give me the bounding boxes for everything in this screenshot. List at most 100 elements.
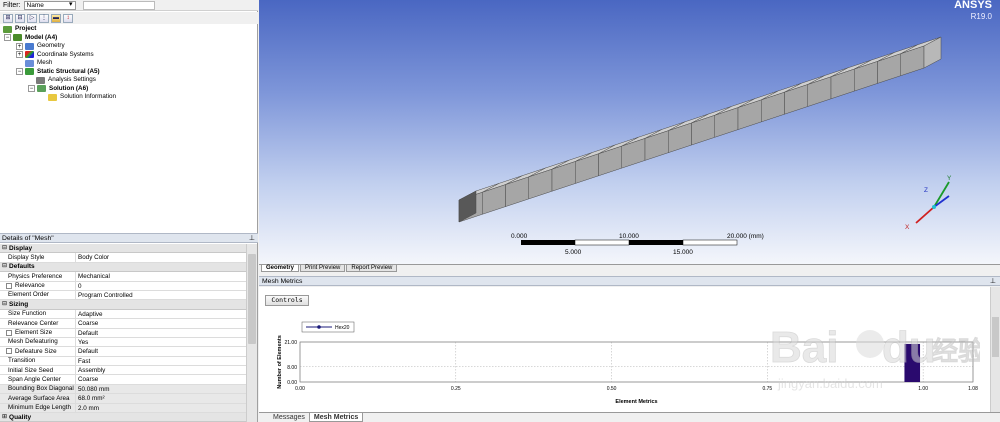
graphics-viewport[interactable]: ANSYS R19.0 0.000 10.000 20.000 (mm) 5.0…	[259, 0, 1000, 264]
tree-item-label: Coordinate Systems	[37, 50, 94, 58]
scale-segment	[521, 240, 575, 245]
tree-icon[interactable]: ⋮	[39, 13, 49, 23]
pin-icon[interactable]: ⊥	[990, 277, 996, 286]
collapse-toggle-icon[interactable]: ⊟	[2, 244, 7, 253]
legend-marker	[317, 325, 321, 329]
y-axis	[933, 181, 950, 208]
view-tabs: Geometry Print Preview Report Preview	[259, 264, 1000, 272]
details-scrollbar[interactable]	[246, 244, 257, 422]
watermark-brand2: du	[882, 323, 936, 372]
y-tick-label: 21.00	[284, 340, 297, 346]
prop-row: Average Surface Area 68.0 mm²	[0, 394, 246, 404]
mesh-metrics-title: Mesh Metrics	[262, 278, 303, 285]
watermark-cn: 经验	[932, 336, 980, 366]
forward-icon[interactable]: ▷	[27, 13, 37, 23]
beam-mesh[interactable]	[458, 36, 942, 223]
tree-item-static-structural[interactable]: − Static Structural (A5)	[2, 68, 256, 77]
prop-row[interactable]: Initial Size Seed Assembly	[0, 366, 246, 376]
checkbox[interactable]	[6, 282, 12, 289]
project-icon	[3, 25, 12, 33]
prop-row[interactable]: Element Size Default	[0, 328, 246, 338]
prop-row: Minimum Edge Length 2.0 mm	[0, 403, 246, 414]
collapse-toggle-icon[interactable]: ⊟	[2, 262, 7, 271]
prop-row[interactable]: Display Style Body Color	[0, 253, 246, 263]
solution-icon	[37, 85, 46, 93]
prop-row[interactable]: Size Function Adaptive	[0, 309, 246, 320]
tab-report-preview[interactable]: Report Preview	[346, 265, 398, 272]
section-quality[interactable]: ⊞ Quality	[0, 413, 246, 422]
collapse-toggle-icon[interactable]: −	[16, 68, 23, 76]
collapse-icon[interactable]: ⊟	[15, 13, 25, 23]
prop-row[interactable]: Transition Fast	[0, 356, 246, 367]
checkbox[interactable]	[6, 329, 12, 336]
tree-item-label: Geometry	[37, 42, 65, 49]
expand-toggle-icon[interactable]: +	[16, 42, 23, 50]
prop-row[interactable]: Relevance Center Coarse	[0, 319, 246, 329]
mesh-metrics-scrollbar[interactable]	[990, 287, 1000, 412]
tree-item-project[interactable]: Project	[2, 25, 256, 34]
collapse-toggle-icon[interactable]: ⊟	[2, 300, 7, 309]
tree-item-solution-information[interactable]: Solution Information	[2, 93, 256, 102]
section-display[interactable]: ⊟ Display	[0, 244, 246, 254]
axis-label: Z	[924, 187, 928, 194]
prop-row[interactable]: Defeature Size Default	[0, 347, 246, 357]
section-sizing[interactable]: ⊟ Sizing	[0, 300, 246, 310]
mesh-metrics-header: Mesh Metrics ⊥	[259, 276, 1000, 286]
tab-messages[interactable]: Messages	[269, 413, 309, 422]
tree-item-label: Static Structural (A5)	[37, 67, 100, 75]
prop-row[interactable]: Physics Preference Mechanical	[0, 272, 246, 282]
analysis-settings-icon	[36, 76, 45, 84]
filter-input[interactable]	[82, 0, 155, 10]
expand-toggle-icon[interactable]: ⊞	[2, 413, 7, 422]
prop-row[interactable]: Span Angle Center Coarse	[0, 375, 246, 385]
axis-triad[interactable]: Y X Z	[905, 175, 952, 231]
x-tick-label: 0.25	[451, 386, 461, 392]
watermark-brand: Bai	[770, 323, 838, 372]
scale-label: 10.000	[619, 233, 639, 240]
filter-select[interactable]: Name	[23, 0, 76, 10]
tree-item-label: Solution (A6)	[49, 84, 89, 92]
model-view[interactable]: 0.000 10.000 20.000 (mm) 5.000 15.000 Y …	[259, 0, 1000, 264]
expand-icon[interactable]: ⊞	[3, 13, 13, 23]
details-header: Details of "Mesh" ⊥	[0, 233, 258, 243]
tree-item-geometry[interactable]: + Geometry	[2, 42, 256, 51]
model-icon	[13, 34, 22, 42]
folder-icon[interactable]: ▬	[51, 13, 61, 23]
scrollbar-thumb[interactable]	[992, 317, 999, 357]
tab-print-preview[interactable]: Print Preview	[300, 265, 346, 272]
bottom-tabs: Messages Mesh Metrics	[259, 412, 1000, 422]
expand-toggle-icon[interactable]: +	[16, 51, 23, 59]
outline-tree: Project − Model (A4) + Geometry + Coordi…	[2, 25, 256, 102]
checkbox[interactable]	[6, 348, 12, 355]
scale-segment	[682, 239, 738, 246]
prop-row[interactable]: Mesh Defeaturing Yes	[0, 337, 246, 348]
legend-label: Hex20	[335, 325, 350, 331]
tree-item-label: Project	[15, 25, 37, 32]
tree-item-analysis-settings[interactable]: Analysis Settings	[2, 76, 256, 85]
scale-label: 5.000	[565, 249, 582, 256]
collapse-toggle-icon[interactable]: −	[4, 34, 11, 42]
filter-bar: Filter: Name	[0, 0, 258, 11]
scrollbar-thumb[interactable]	[248, 254, 256, 344]
collapse-toggle-icon[interactable]: −	[28, 85, 35, 93]
scale-label: 0.000	[511, 233, 528, 240]
paw-icon	[856, 330, 884, 358]
y-tick-label: 8.00	[287, 365, 297, 371]
tree-item-model[interactable]: − Model (A4)	[2, 34, 256, 43]
prop-row[interactable]: Element Order Program Controlled	[0, 290, 246, 301]
tab-geometry[interactable]: Geometry	[261, 265, 300, 272]
sort-icon[interactable]: ↕	[63, 13, 73, 23]
tree-item-solution[interactable]: − Solution (A6)	[2, 85, 256, 94]
prop-row: Bounding Box Diagonal 50.080 mm	[0, 384, 246, 395]
section-defaults[interactable]: ⊟ Defaults	[0, 262, 246, 273]
tab-mesh-metrics[interactable]: Mesh Metrics	[308, 413, 364, 422]
scale-bar: 0.000 10.000 20.000 (mm) 5.000 15.000	[511, 233, 764, 256]
tree-item-coordinate-systems[interactable]: + Coordinate Systems	[2, 51, 256, 60]
z-axis	[933, 195, 950, 208]
y-axis-label: Number of Elements	[277, 335, 283, 388]
pin-icon[interactable]: ⊥	[249, 234, 255, 243]
details-table: ⊟ Display Display Style Body Color ⊟ Defaul…	[0, 244, 246, 422]
prop-row[interactable]: Relevance 0	[0, 281, 246, 291]
tree-item-mesh[interactable]: Mesh	[2, 59, 256, 68]
details-title: Details of "Mesh"	[2, 235, 54, 242]
